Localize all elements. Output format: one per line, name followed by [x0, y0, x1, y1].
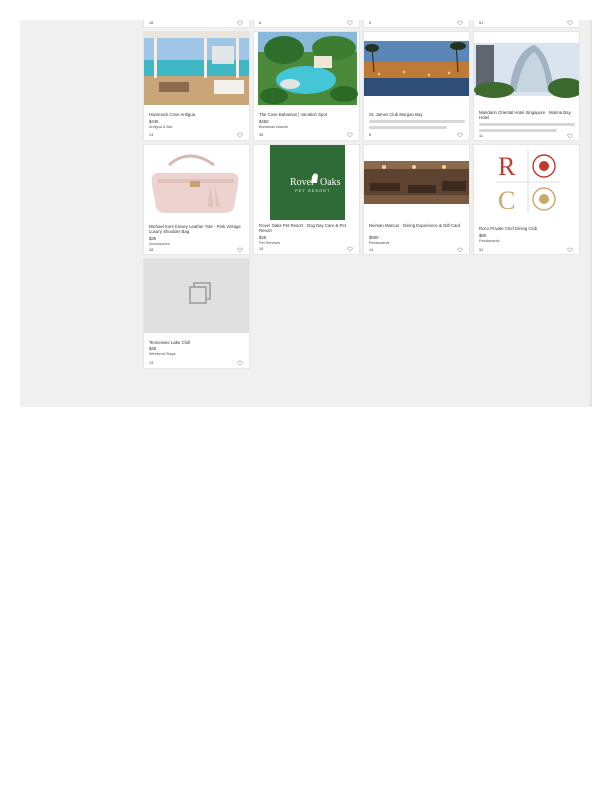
like-count: 14 — [369, 248, 374, 252]
listing-card[interactable]: Michael Kors Kinsey Leather Tote - Pink … — [143, 144, 250, 255]
listing-image[interactable] — [364, 32, 469, 105]
listing-title[interactable]: Neiman Marcus · Dining Experience & Gift… — [369, 223, 461, 228]
like-count: 11 — [479, 134, 483, 138]
listing-image[interactable]: Rover Oaks PET RESORT — [254, 145, 359, 220]
listing-image-placeholder[interactable] — [144, 259, 249, 333]
like-count: 6 — [259, 21, 262, 25]
like-count: 36 — [259, 133, 264, 137]
listing-title[interactable]: Roco Private Chef Dining Club — [479, 226, 571, 231]
like-count: 51 — [479, 21, 484, 25]
like-count: 5 — [369, 21, 372, 25]
heart-icon[interactable] — [237, 360, 243, 366]
loading-placeholder — [369, 126, 447, 129]
listing-price: $500 — [369, 235, 379, 240]
like-count: 28 — [149, 248, 154, 252]
listing-image[interactable] — [144, 145, 249, 220]
heart-icon[interactable] — [237, 247, 243, 253]
logo-subtitle: PET RESORT — [295, 188, 330, 193]
heart-icon[interactable] — [567, 20, 573, 26]
listing-category: Accessories — [149, 242, 170, 246]
listing-category: Bahamas Islands — [259, 125, 289, 129]
listing-card[interactable]: St. James Club Morgan Bay 8 — [363, 31, 470, 141]
listing-card[interactable]: Mandarin Oriental Hotel Singapore · Mari… — [473, 31, 580, 141]
listing-card-stub[interactable]: 51 — [473, 20, 580, 28]
heart-icon[interactable] — [457, 247, 463, 253]
logo-letter-r: R — [498, 152, 516, 181]
like-count: 31 — [479, 248, 484, 252]
listing-price: $450 — [259, 119, 269, 124]
heart-icon[interactable] — [457, 132, 463, 138]
listing-card[interactable]: The Cove Bahamas | Vacation Spot $450 Ba… — [253, 31, 360, 141]
listing-card[interactable]: Hammock Cove Antigua $445 Antigua & Bar.… — [143, 31, 250, 141]
listing-category: Weekend Stays — [149, 352, 176, 356]
loading-placeholder — [369, 120, 465, 123]
like-count: 15 — [259, 247, 264, 251]
logo-letter-c: C — [498, 186, 515, 215]
loading-placeholder — [479, 129, 557, 132]
listing-card-stub[interactable]: 5 — [363, 20, 470, 28]
like-count: 13 — [149, 361, 154, 365]
heart-icon[interactable] — [457, 20, 463, 26]
listing-card-stub[interactable]: 16 — [143, 20, 250, 28]
listing-card[interactable]: Rover Oaks PET RESORT Rover Oaks Pet Res… — [253, 144, 360, 255]
heart-icon[interactable] — [237, 132, 243, 138]
listing-category: Restaurants — [479, 239, 500, 243]
listing-title[interactable]: Hammock Cove Antigua — [149, 112, 241, 117]
heart-icon[interactable] — [567, 247, 573, 253]
listing-category: Antigua & Bar. — [149, 125, 174, 129]
listing-card[interactable]: R C Roco Private Chef Dining Club $80 Re… — [473, 144, 580, 255]
listing-title[interactable]: Mandarin Oriental Hotel Singapore · Mari… — [479, 110, 571, 120]
like-count: 8 — [369, 133, 372, 137]
heart-icon[interactable] — [567, 133, 573, 139]
listing-card-stub[interactable]: 6 — [253, 20, 360, 28]
listing-image[interactable] — [254, 32, 359, 105]
listing-category: Pet Services — [259, 241, 281, 245]
listing-price: $45 — [149, 346, 157, 351]
loading-placeholder — [479, 123, 575, 126]
listing-image[interactable] — [474, 32, 579, 105]
listing-price: $45 — [259, 235, 267, 240]
listing-price: $445 — [149, 119, 159, 124]
listing-title[interactable]: Michael Kors Kinsey Leather Tote - Pink … — [149, 224, 241, 234]
listing-card[interactable]: Tennessee Lake Chill $45 Weekend Stays 1… — [143, 258, 250, 369]
listing-card[interactable]: Neiman Marcus · Dining Experience & Gift… — [363, 144, 470, 255]
listing-image[interactable] — [144, 32, 249, 105]
listing-title[interactable]: Rover Oaks Pet Resort · Dog Day Care & P… — [259, 223, 351, 233]
listing-price: $80 — [479, 233, 487, 238]
listing-image[interactable]: R C — [474, 145, 579, 220]
heart-icon[interactable] — [347, 20, 353, 26]
scrollbar-track[interactable] — [590, 20, 592, 407]
heart-icon[interactable] — [237, 20, 243, 26]
copy-icon — [189, 282, 211, 304]
listing-category: Restaurants — [369, 241, 390, 245]
heart-icon[interactable] — [347, 132, 353, 138]
like-count: 16 — [149, 21, 154, 25]
logo-text-oaks: Oaks — [320, 177, 341, 188]
listing-title[interactable]: The Cove Bahamas | Vacation Spot — [259, 112, 351, 117]
listing-price: $35 — [149, 236, 157, 241]
listing-image[interactable] — [364, 145, 469, 220]
like-count: 13 — [149, 133, 154, 137]
listing-title[interactable]: Tennessee Lake Chill — [149, 340, 241, 345]
listing-title[interactable]: St. James Club Morgan Bay — [369, 112, 461, 117]
heart-icon[interactable] — [347, 246, 353, 252]
